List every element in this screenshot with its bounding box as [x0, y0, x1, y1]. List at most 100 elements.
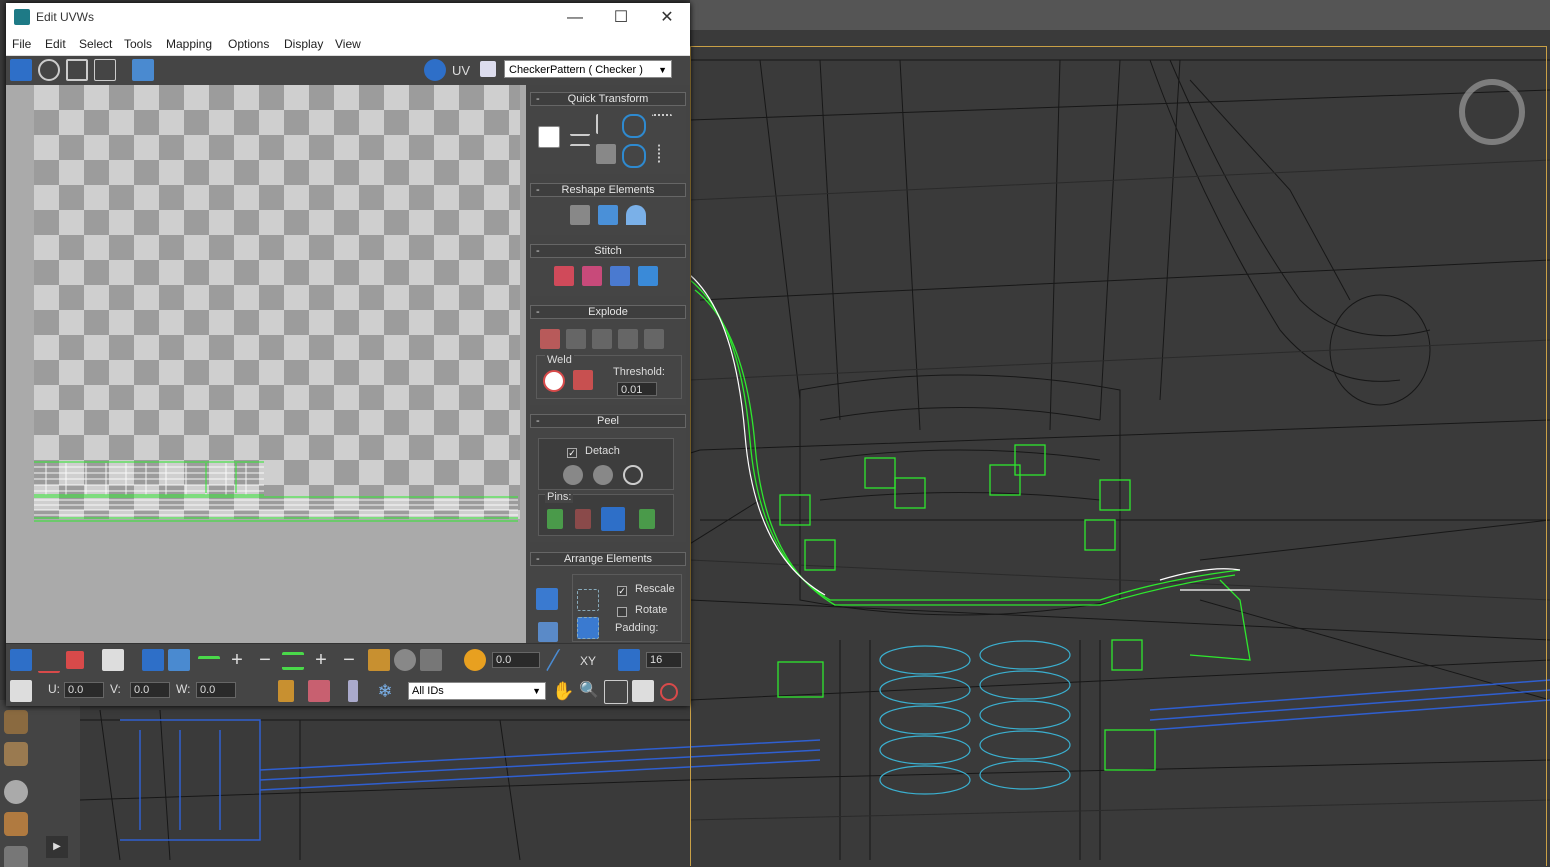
rescale-checkbox[interactable]: ✓	[617, 586, 627, 596]
align-vertical-icon[interactable]	[570, 144, 590, 166]
mirror-icon[interactable]	[132, 59, 154, 81]
peel-header[interactable]: - Peel	[530, 414, 686, 428]
loop-grow-icon[interactable]	[282, 652, 304, 670]
maximize-button[interactable]: ☐	[598, 3, 644, 33]
loop-plus-icon[interactable]: +	[310, 649, 332, 671]
material-icon[interactable]	[4, 812, 28, 836]
rotate-icon[interactable]	[38, 59, 60, 81]
hair-fur-icon[interactable]	[4, 710, 28, 734]
flatten-custom-icon[interactable]	[644, 329, 664, 349]
relax-until-flat-icon[interactable]	[626, 205, 646, 225]
pack-into-region-icon[interactable]	[577, 617, 599, 639]
pin-icon[interactable]	[547, 509, 563, 529]
show-map-icon[interactable]	[424, 59, 446, 81]
title-bar[interactable]: Edit UVWs — ☐ ✕	[6, 3, 690, 33]
reshape-elements-header[interactable]: - Reshape Elements	[530, 183, 686, 197]
paint-grow-icon[interactable]	[394, 649, 416, 671]
play-icon[interactable]: ▶	[46, 836, 68, 858]
u-field[interactable]: 0.0	[64, 682, 104, 698]
pack-normalize-icon[interactable]	[536, 588, 558, 610]
threshold-spinner[interactable]: 0.01	[617, 382, 657, 396]
stitch-to-source-icon[interactable]	[610, 266, 630, 286]
snap-magnet-icon[interactable]	[660, 683, 678, 701]
sphere-icon[interactable]	[4, 780, 28, 804]
target-weld-icon[interactable]	[573, 370, 593, 390]
grow-selection-icon[interactable]	[142, 649, 164, 671]
peel-mode-icon[interactable]	[593, 465, 613, 485]
reset-peel-icon[interactable]	[623, 465, 643, 485]
quick-peel-icon[interactable]	[563, 465, 583, 485]
zoom-icon[interactable]: 🔍	[578, 680, 600, 702]
scale-icon[interactable]	[66, 59, 88, 81]
uv-space-label[interactable]: UV	[452, 63, 470, 78]
polygon-mode-icon[interactable]	[66, 651, 84, 669]
freeze-icon[interactable]: ❄	[374, 680, 396, 702]
menu-edit[interactable]: Edit	[45, 37, 66, 51]
shrink-selection-icon[interactable]	[168, 649, 190, 671]
soft-selection-icon[interactable]	[464, 649, 486, 671]
align-horizontal-icon[interactable]	[570, 114, 590, 136]
close-button[interactable]: ✕	[644, 3, 690, 33]
quick-transform-header[interactable]: - Quick Transform	[530, 92, 686, 106]
pan-hand-icon[interactable]: ✋	[552, 680, 574, 702]
uv-editor-canvas[interactable]	[6, 85, 526, 643]
menu-file[interactable]: File	[12, 37, 31, 51]
explode-header[interactable]: - Explode	[530, 305, 686, 319]
weld-selected-icon[interactable]	[543, 370, 565, 392]
stitch-average-icon[interactable]	[582, 266, 602, 286]
ring-plus-icon[interactable]: +	[226, 649, 248, 671]
menu-options[interactable]: Options	[228, 37, 269, 51]
grid-size-field[interactable]: 16	[646, 652, 682, 668]
menu-tools[interactable]: Tools	[124, 37, 152, 51]
menu-display[interactable]: Display	[284, 37, 323, 51]
ring-minus-icon[interactable]: −	[254, 649, 276, 671]
v-field[interactable]: 0.0	[130, 682, 170, 698]
ring-grow-icon[interactable]	[198, 656, 220, 665]
move-icon[interactable]	[10, 59, 32, 81]
straighten-icon[interactable]	[570, 205, 590, 225]
falloff-space-label[interactable]: XY	[580, 654, 596, 668]
rotate-cw-icon[interactable]	[622, 114, 646, 138]
rollout-panel[interactable]: - Quick Transform - Reshape Elements - Stit…	[526, 85, 690, 643]
edit-uvws-window[interactable]: Edit UVWs — ☐ ✕ File Edit Select Tools M…	[6, 3, 690, 706]
stitch-custom-icon[interactable]	[638, 266, 658, 286]
pack-custom-icon[interactable]	[577, 589, 599, 611]
flatten-by-smoothing-icon[interactable]	[592, 329, 612, 349]
relax-icon[interactable]	[598, 205, 618, 225]
edge-mode-icon[interactable]	[38, 649, 60, 673]
edit-pins-icon[interactable]	[601, 507, 625, 531]
stitch-header[interactable]: - Stitch	[530, 244, 686, 258]
menu-select[interactable]: Select	[79, 37, 112, 51]
pivot-icon[interactable]	[538, 126, 560, 148]
arrange-elements-header[interactable]: - Arrange Elements	[530, 552, 686, 566]
absolute-mode-icon[interactable]	[10, 680, 32, 702]
rotate-ccw-icon[interactable]	[622, 144, 646, 168]
minimize-button[interactable]: —	[552, 3, 598, 33]
auto-pin-icon[interactable]	[639, 509, 655, 529]
hide-icon[interactable]	[308, 680, 330, 702]
menu-view[interactable]: View	[335, 37, 361, 51]
material-id-dropdown[interactable]: All IDs ▼	[408, 682, 546, 700]
pack-together-icon[interactable]	[538, 622, 558, 642]
element-mode-icon[interactable]	[102, 649, 124, 671]
flatten-by-polygon-icon[interactable]	[566, 329, 586, 349]
paint-select-icon[interactable]	[368, 649, 390, 671]
grid-snap-icon[interactable]	[618, 649, 640, 671]
stitch-to-target-icon[interactable]	[554, 266, 574, 286]
align-diagonal-icon[interactable]	[596, 114, 618, 134]
unpin-icon[interactable]	[575, 509, 591, 529]
rotate-checkbox[interactable]	[617, 607, 627, 617]
soft-falloff-field[interactable]: 0.0	[492, 652, 540, 668]
texture-dropdown[interactable]: CheckerPattern ( Checker ) ▼	[504, 60, 672, 78]
light-bulb-icon[interactable]	[348, 680, 358, 702]
space-horizontal-icon[interactable]	[652, 114, 672, 136]
space-vertical-icon[interactable]	[658, 144, 670, 164]
detach-checkbox[interactable]: ✓	[567, 448, 577, 458]
break-icon[interactable]	[540, 329, 560, 349]
lock-icon[interactable]	[278, 680, 294, 702]
utility-icon[interactable]	[4, 846, 28, 867]
paint-shrink-icon[interactable]	[420, 649, 442, 671]
freeform-icon[interactable]	[94, 59, 116, 81]
loop-minus-icon[interactable]: −	[338, 649, 360, 671]
menu-mapping[interactable]: Mapping	[166, 37, 212, 51]
